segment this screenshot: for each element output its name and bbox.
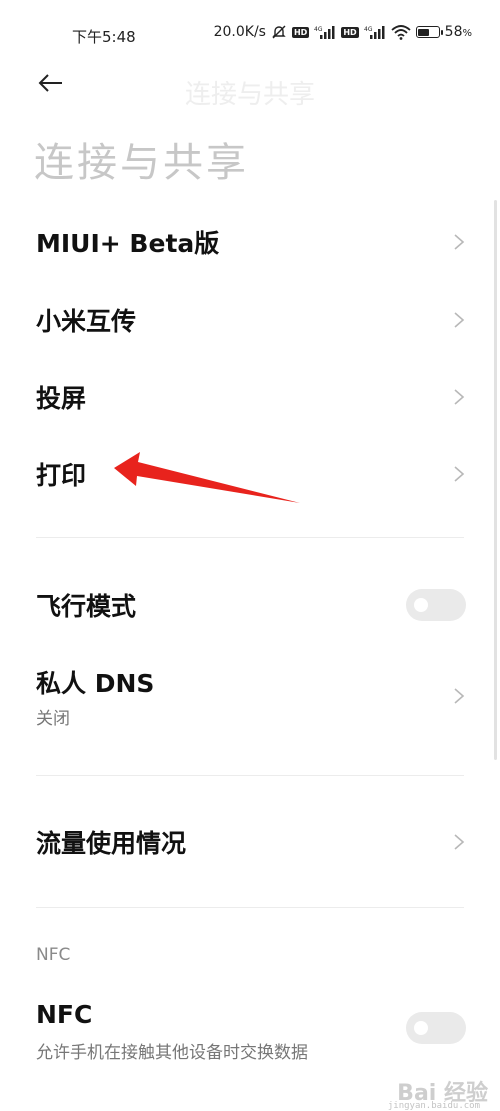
row-label: NFC — [36, 1000, 93, 1029]
row-label: 飞行模式 — [36, 592, 137, 621]
battery-icon — [415, 26, 443, 38]
wifi-icon — [391, 24, 411, 40]
signal-2-icon: 4G — [364, 25, 386, 39]
signal-1-icon: 4G — [314, 25, 336, 39]
mute-icon — [271, 24, 287, 40]
airplane-mode-toggle[interactable] — [406, 589, 466, 621]
row-label: 小米互传 — [36, 307, 137, 336]
section-header-nfc: NFC — [36, 945, 71, 965]
status-bar: 下午5:48 20.0K/s HD 4G HD 4G 58% — [0, 0, 500, 68]
row-airplane-mode[interactable]: 飞行模式 — [0, 573, 500, 637]
chevron-right-icon — [454, 389, 465, 405]
row-mi-share[interactable]: 小米互传 — [0, 288, 500, 352]
divider — [36, 775, 464, 776]
row-data-usage[interactable]: 流量使用情况 — [0, 810, 500, 874]
row-cast[interactable]: 投屏 — [0, 365, 500, 429]
row-sublabel: 允许手机在接触其他设备时交换数据 — [36, 1043, 308, 1063]
svg-text:4G: 4G — [314, 26, 323, 33]
row-print[interactable]: 打印 — [0, 442, 500, 506]
header-ghost-title: 连接与共享 — [184, 80, 315, 110]
hd-badge: HD — [291, 26, 310, 38]
chevron-right-icon — [454, 834, 465, 850]
row-nfc[interactable]: NFC 允许手机在接触其他设备时交换数据 — [0, 990, 500, 1070]
chevron-right-icon — [454, 466, 465, 482]
page-title: 连接与共享 — [34, 140, 249, 186]
row-label: 打印 — [36, 461, 87, 490]
divider — [36, 907, 464, 908]
svg-text:4G: 4G — [364, 26, 373, 33]
battery-fill — [418, 28, 429, 36]
status-time: 下午5:48 — [72, 28, 136, 46]
row-private-dns[interactable]: 私人 DNS 关闭 — [0, 656, 500, 736]
row-miui-plus[interactable]: MIUI+ Beta版 — [0, 210, 500, 274]
toggle-knob — [414, 1021, 428, 1035]
chevron-right-icon — [454, 688, 465, 704]
network-speed: 20.0K/s — [213, 24, 266, 40]
chevron-right-icon — [454, 312, 465, 328]
battery-percent: 58% — [444, 24, 472, 40]
divider — [36, 537, 464, 538]
row-sublabel: 关闭 — [36, 709, 70, 729]
row-label: 流量使用情况 — [36, 829, 187, 858]
chevron-right-icon — [454, 234, 465, 250]
row-label: 投屏 — [36, 384, 87, 413]
nfc-toggle[interactable] — [406, 1012, 466, 1044]
toggle-knob — [414, 598, 428, 612]
watermark-url: jingyan.baidu.com — [387, 1101, 480, 1111]
row-label: MIUI+ Beta版 — [36, 229, 220, 258]
status-icons: 20.0K/s HD 4G HD 4G 58% — [214, 24, 472, 40]
hd-badge-2: HD — [341, 26, 359, 38]
row-label: 私人 DNS — [36, 669, 155, 698]
